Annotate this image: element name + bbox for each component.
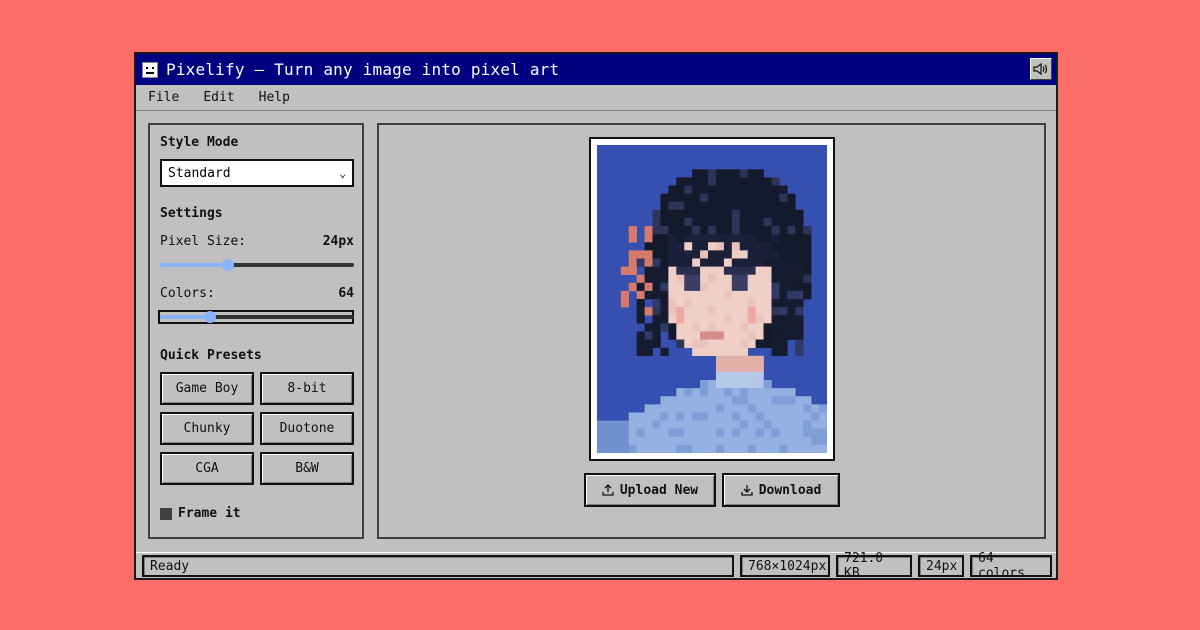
colors-fill — [160, 315, 211, 319]
pixel-size-fill — [160, 263, 228, 267]
settings-title: Settings — [160, 206, 223, 221]
chevron-down-icon: ⌄ — [339, 167, 346, 180]
robot-icon — [142, 61, 158, 78]
download-icon — [741, 485, 753, 496]
preset-chunky[interactable]: Chunky — [160, 412, 254, 445]
preset-8-bit[interactable]: 8-bit — [260, 372, 354, 405]
style-mode-value: Standard — [168, 165, 231, 181]
style-mode-select[interactable]: Standard ⌄ — [160, 159, 354, 187]
speaker-icon — [1033, 62, 1048, 76]
menu-help[interactable]: Help — [247, 90, 302, 105]
status-dimensions: 768×1024px — [740, 555, 830, 577]
pixel-art-preview — [589, 137, 835, 461]
preset-bw[interactable]: B&W — [260, 452, 354, 485]
status-size: 721.0 KB — [836, 551, 912, 581]
menu-edit[interactable]: Edit — [191, 90, 246, 105]
colors-row: Colors: 64 — [160, 286, 354, 301]
pixel-size-value: 24px — [322, 234, 354, 249]
upload-new-button[interactable]: Upload New — [584, 473, 716, 507]
menu-bar: File Edit Help — [136, 85, 1056, 111]
status-colors: 64 colors — [970, 551, 1052, 581]
colors-label: Colors: — [160, 286, 215, 301]
speaker-button[interactable] — [1030, 58, 1052, 80]
frame-label: Frame it — [178, 506, 241, 521]
status-text: Ready — [142, 555, 734, 577]
download-button[interactable]: Download — [722, 473, 840, 507]
status-bar: Ready 768×1024px 721.0 KB 24px 64 colors — [136, 551, 1056, 581]
pixel-size-row: Pixel Size: 24px — [160, 234, 354, 249]
status-pixel-size: 24px — [918, 555, 964, 577]
frame-checkbox[interactable] — [160, 507, 172, 520]
pixel-size-thumb[interactable] — [221, 259, 234, 271]
preset-cga[interactable]: CGA — [160, 452, 254, 485]
preview-panel: Upload New Download — [377, 123, 1046, 539]
presets-title: Quick Presets — [160, 348, 262, 363]
title-bar[interactable]: Pixelify — Turn any image into pixel art — [136, 54, 1056, 85]
download-label: Download — [758, 482, 822, 498]
colors-slider[interactable] — [160, 311, 354, 323]
upload-icon — [602, 484, 614, 496]
preset-game-boy[interactable]: Game Boy — [160, 372, 254, 405]
frame-toggle[interactable]: Frame it — [160, 506, 241, 521]
style-mode-title: Style Mode — [160, 135, 239, 150]
menu-file[interactable]: File — [136, 90, 191, 105]
app-window: Pixelify — Turn any image into pixel art… — [134, 52, 1058, 581]
pixel-size-label: Pixel Size: — [160, 234, 247, 249]
settings-panel: Style Mode Standard ⌄ Settings Pixel Siz… — [148, 123, 364, 539]
window-title: Pixelify — Turn any image into pixel art — [166, 60, 560, 79]
pixel-art-image — [597, 145, 827, 453]
colors-value: 64 — [338, 286, 354, 301]
preset-duotone[interactable]: Duotone — [260, 412, 354, 445]
upload-label: Upload New — [619, 482, 699, 498]
pixel-size-slider[interactable] — [160, 259, 354, 271]
